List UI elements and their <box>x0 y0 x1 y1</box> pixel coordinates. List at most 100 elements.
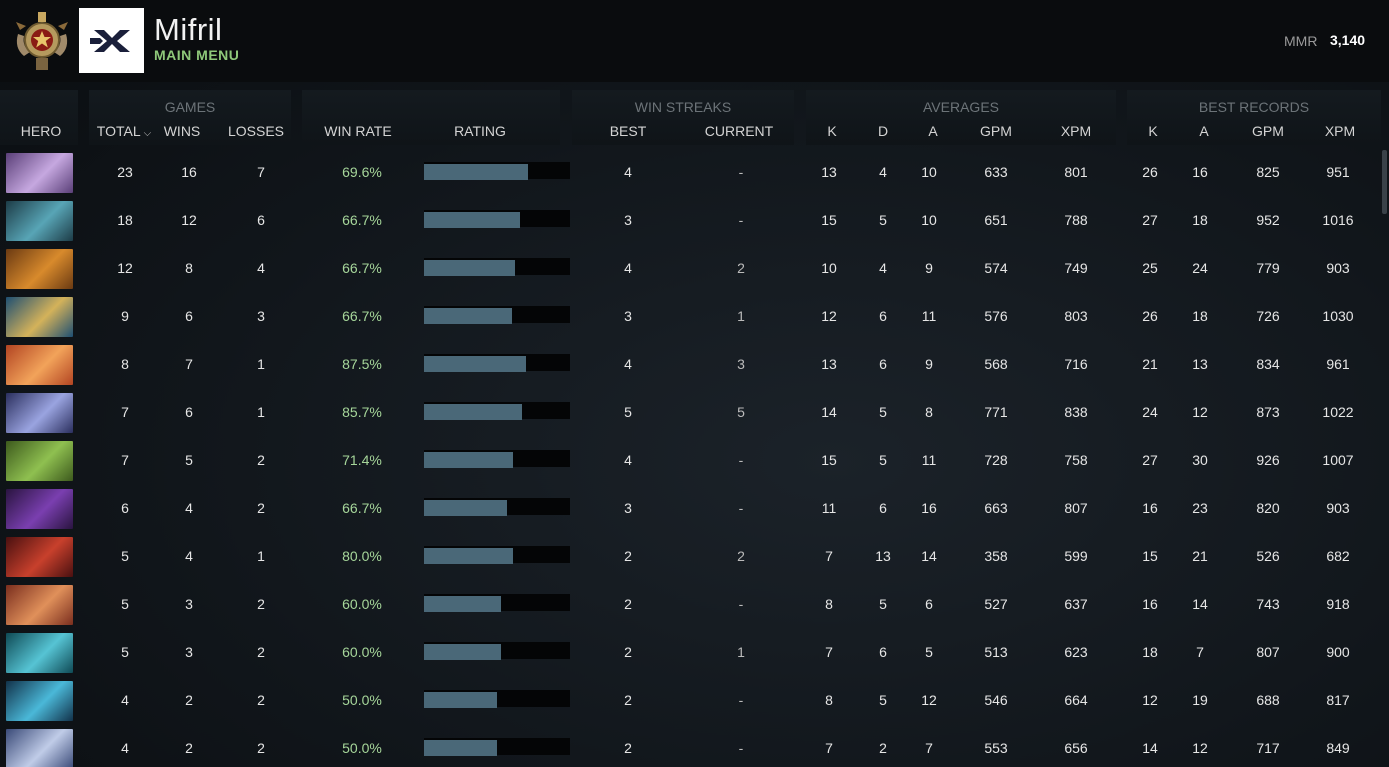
cell-a: 8 <box>925 404 933 420</box>
cell-wins: 4 <box>185 548 193 564</box>
hero-archer-icon[interactable] <box>6 729 73 767</box>
rating-bar-fill <box>424 308 512 324</box>
cell-wr: 71.4% <box>342 452 382 468</box>
cell-ra: 7 <box>1196 644 1204 660</box>
col-rec-a[interactable]: A <box>1190 123 1218 139</box>
cell-wins: 8 <box>185 260 193 276</box>
table-row[interactable]: 8 7 1 87.5% 4 3 13 6 9 568 716 21 13 834 961 <box>0 342 1380 390</box>
table-row[interactable]: 9 6 3 66.7% 3 1 12 6 11 576 803 26 18 726 1030 <box>0 294 1380 342</box>
table-row[interactable]: 5 3 2 60.0% 2 - 8 5 6 527 637 16 14 743 918 <box>0 582 1380 630</box>
cell-current: 1 <box>737 308 745 324</box>
col-losses[interactable]: LOSSES <box>226 123 286 139</box>
col-total[interactable]: TOTAL ⌵ <box>90 123 158 139</box>
table-row[interactable]: 7 6 1 85.7% 5 5 14 5 8 771 838 24 12 873 1022 <box>0 390 1380 438</box>
cell-best: 2 <box>624 644 632 660</box>
cell-rk: 26 <box>1142 308 1158 324</box>
table-row[interactable]: 23 16 7 69.6% 4 - 13 4 10 633 801 26 16 825 951 <box>0 150 1380 198</box>
cell-wins: 6 <box>185 308 193 324</box>
cell-wr: 80.0% <box>342 548 382 564</box>
cell-wr: 60.0% <box>342 644 382 660</box>
hero-orange-icon[interactable] <box>6 249 73 289</box>
rating-bar-fill <box>424 596 501 612</box>
cell-current: - <box>738 164 744 180</box>
cell-rgpm: 526 <box>1256 548 1280 564</box>
cell-wr: 66.7% <box>342 260 382 276</box>
rating-bar-fill <box>424 212 520 228</box>
hero-green-icon[interactable] <box>6 441 73 481</box>
cell-losses: 4 <box>257 260 265 276</box>
cell-gpm: 358 <box>984 548 1008 564</box>
cell-ra: 18 <box>1192 212 1208 228</box>
cell-rk: 25 <box>1142 260 1158 276</box>
col-avg-gpm[interactable]: GPM <box>974 123 1018 139</box>
table-row[interactable]: 4 2 2 50.0% 2 - 7 2 7 553 656 14 12 717 849 <box>0 726 1380 767</box>
hero-red-demon-icon[interactable] <box>6 537 73 577</box>
cell-rgpm: 873 <box>1256 404 1280 420</box>
hero-red-hair-icon[interactable] <box>6 345 73 385</box>
cell-current: 2 <box>737 260 745 276</box>
table-row[interactable]: 4 2 2 50.0% 2 - 8 5 12 546 664 12 19 688 817 <box>0 678 1380 726</box>
cell-gpm: 728 <box>984 452 1008 468</box>
table-row[interactable]: 5 3 2 60.0% 2 1 7 6 5 513 623 18 7 807 900 <box>0 630 1380 678</box>
cell-total: 8 <box>121 356 129 372</box>
hero-moon-icon[interactable] <box>6 393 73 433</box>
cell-wins: 6 <box>185 404 193 420</box>
cell-rxpm: 1022 <box>1322 404 1354 420</box>
cell-total: 4 <box>121 740 129 756</box>
table-row[interactable]: 5 4 1 80.0% 2 2 7 13 14 358 599 15 21 526 682 <box>0 534 1380 582</box>
cell-xpm: 599 <box>1064 548 1088 564</box>
team-logo <box>79 8 144 73</box>
col-current-streak[interactable]: CURRENT <box>700 123 778 139</box>
col-best-streak[interactable]: BEST <box>598 123 658 139</box>
hero-cyan-icon[interactable] <box>6 681 73 721</box>
col-avg-a[interactable]: A <box>919 123 947 139</box>
col-rec-xpm[interactable]: XPM <box>1318 123 1362 139</box>
cell-rxpm: 1030 <box>1322 308 1354 324</box>
cell-d: 2 <box>879 740 887 756</box>
cell-rk: 15 <box>1142 548 1158 564</box>
cell-losses: 2 <box>257 500 265 516</box>
col-rating[interactable]: RATING <box>440 123 520 139</box>
col-avg-k[interactable]: K <box>818 123 846 139</box>
cell-ra: 18 <box>1192 308 1208 324</box>
cell-ra: 12 <box>1192 740 1208 756</box>
hero-teal-icon[interactable] <box>6 201 73 241</box>
cell-rk: 14 <box>1142 740 1158 756</box>
cell-losses: 3 <box>257 308 265 324</box>
cell-gpm: 546 <box>984 692 1008 708</box>
col-avg-xpm[interactable]: XPM <box>1054 123 1098 139</box>
rating-bar-fill <box>424 500 507 516</box>
scrollbar[interactable] <box>1382 150 1387 214</box>
cell-gpm: 568 <box>984 356 1008 372</box>
hero-brute-icon[interactable] <box>6 585 73 625</box>
hero-blue-gold-icon[interactable] <box>6 297 73 337</box>
cell-xpm: 623 <box>1064 644 1088 660</box>
cell-rxpm: 817 <box>1326 692 1350 708</box>
col-win-rate[interactable]: WIN RATE <box>318 123 398 139</box>
cell-wins: 2 <box>185 692 193 708</box>
cell-best: 3 <box>624 308 632 324</box>
cell-total: 4 <box>121 692 129 708</box>
main-menu-link[interactable]: MAIN MENU <box>154 47 239 63</box>
table-row[interactable]: 6 4 2 66.7% 3 - 11 6 16 663 807 16 23 820 903 <box>0 486 1380 534</box>
cell-current: - <box>738 692 744 708</box>
col-wins[interactable]: WINS <box>160 123 204 139</box>
cell-wr: 50.0% <box>342 740 382 756</box>
cell-ra: 23 <box>1192 500 1208 516</box>
cell-losses: 1 <box>257 548 265 564</box>
cell-rxpm: 1016 <box>1322 212 1354 228</box>
hero-void-icon[interactable] <box>6 489 73 529</box>
hero-purple-icon[interactable] <box>6 153 73 193</box>
cell-wr: 60.0% <box>342 596 382 612</box>
table-row[interactable]: 7 5 2 71.4% 4 - 15 5 11 728 758 27 30 926 1007 <box>0 438 1380 486</box>
cell-rgpm: 820 <box>1256 500 1280 516</box>
table-row[interactable]: 18 12 6 66.7% 3 - 15 5 10 651 788 27 18 952 1016 <box>0 198 1380 246</box>
cell-wr: 69.6% <box>342 164 382 180</box>
cell-rgpm: 688 <box>1256 692 1280 708</box>
hero-water-icon[interactable] <box>6 633 73 673</box>
table-row[interactable]: 12 8 4 66.7% 4 2 10 4 9 574 749 25 24 779 903 <box>0 246 1380 294</box>
col-avg-d[interactable]: D <box>869 123 897 139</box>
col-rec-k[interactable]: K <box>1139 123 1167 139</box>
col-hero[interactable]: HERO <box>10 123 72 139</box>
col-rec-gpm[interactable]: GPM <box>1246 123 1290 139</box>
